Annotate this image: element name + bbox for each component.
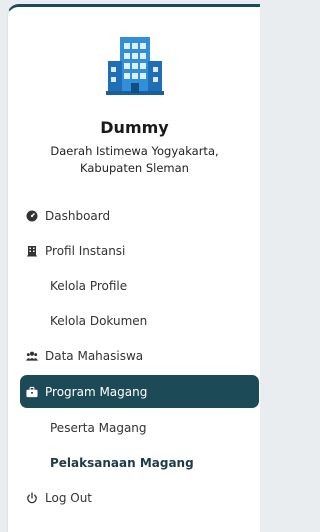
menu-item-kelola-profile[interactable]: Kelola Profile	[20, 269, 259, 302]
building-icon	[106, 37, 164, 95]
menu-label: Program Magang	[45, 384, 148, 399]
menu-item-kelola-dokumen[interactable]: Kelola Dokumen	[20, 304, 259, 337]
menu-label: Pelaksanaan Magang	[50, 455, 194, 470]
menu-label: Dashboard	[45, 208, 111, 223]
menu-label: Peserta Magang	[50, 420, 147, 435]
menu-item-dashboard[interactable]: Dashboard	[20, 199, 259, 232]
menu-label: Kelola Profile	[50, 278, 128, 293]
menu-label: Data Mahasiswa	[45, 348, 144, 363]
menu-item-program-magang[interactable]: Program Magang	[20, 375, 259, 408]
menu-item-profil-instansi[interactable]: Profil Instansi	[20, 234, 259, 267]
menu-item-log-out[interactable]: Log Out	[20, 481, 259, 514]
menu-label: Log Out	[45, 490, 93, 505]
menu-item-peserta-magang[interactable]: Peserta Magang	[20, 411, 259, 444]
menu-label: Profil Instansi	[45, 243, 126, 258]
building-small-icon	[26, 245, 38, 257]
dashboard-icon	[26, 210, 38, 222]
sidebar: Dummy Daerah Istimewa Yogyakarta, Kabupa…	[7, 4, 260, 532]
menu-item-pelaksanaan-magang[interactable]: Pelaksanaan Magang	[20, 446, 259, 479]
power-icon	[26, 491, 38, 504]
menu-label: Kelola Dokumen	[50, 313, 148, 328]
menu-item-data-mahasiswa[interactable]: Data Mahasiswa	[20, 339, 259, 372]
org-address-line2: Kabupaten Sleman	[80, 161, 189, 175]
briefcase-icon	[26, 386, 38, 398]
org-address-line1: Daerah Istimewa Yogyakarta,	[50, 144, 219, 158]
org-address: Daerah Istimewa Yogyakarta, Kabupaten Sl…	[8, 143, 261, 177]
users-icon	[26, 350, 38, 362]
org-name: Dummy	[100, 118, 169, 137]
